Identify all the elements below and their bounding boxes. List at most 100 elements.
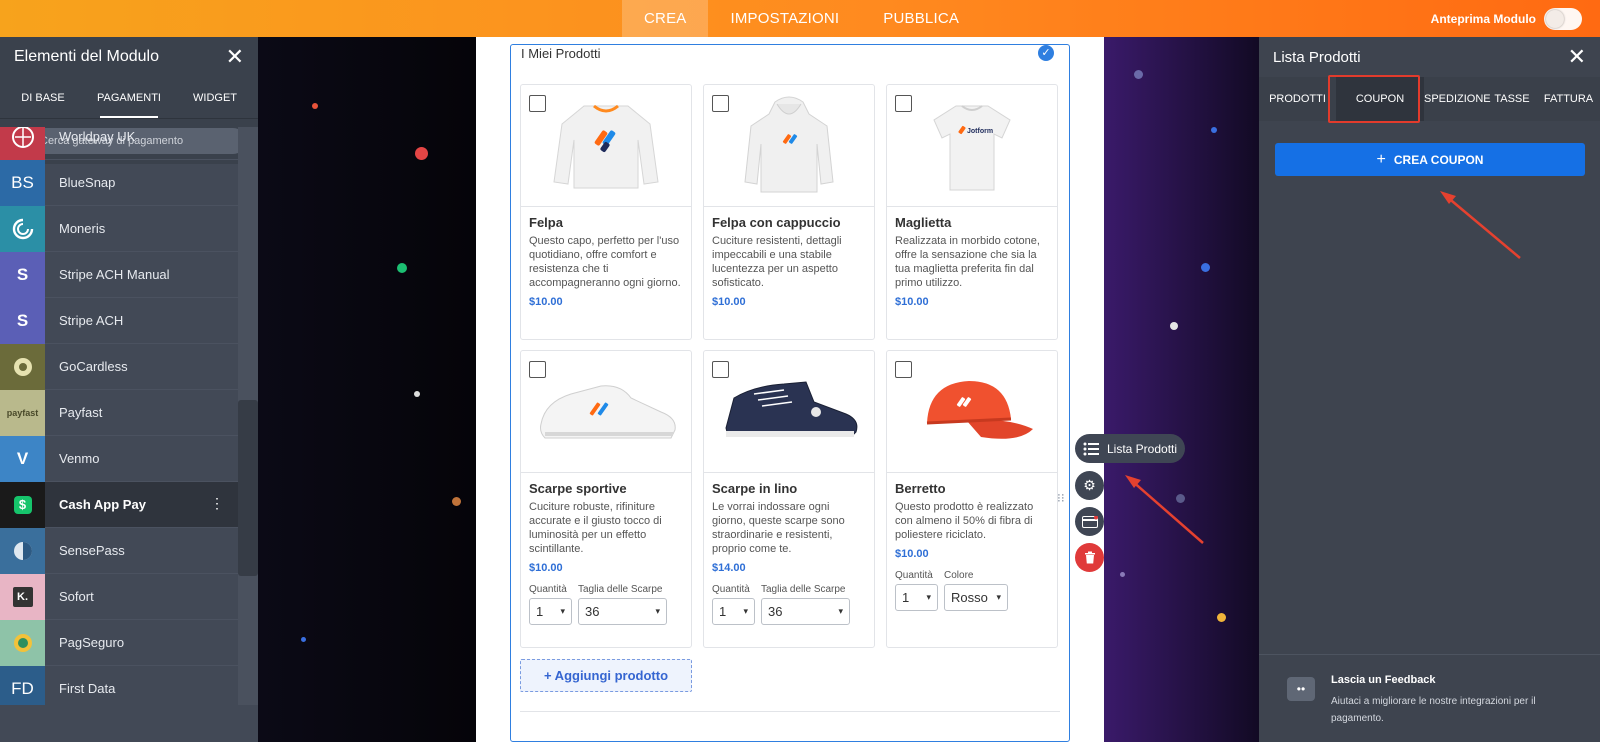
tab-pagamenti[interactable]: PAGAMENTI bbox=[86, 77, 172, 118]
tab-crea[interactable]: CREA bbox=[622, 0, 709, 37]
decor-dot bbox=[452, 497, 461, 506]
product-options: Quantità 1 ▾ Taglia delle Scarpe 36 ▾ bbox=[704, 574, 874, 625]
moneris-icon bbox=[0, 205, 45, 252]
product-list-tool-label: Lista Prodotti bbox=[1107, 441, 1178, 456]
decor-dot bbox=[1217, 613, 1226, 622]
add-product-button[interactable]: + Aggiungi prodotto bbox=[520, 659, 692, 692]
chevron-down-icon: ▾ bbox=[996, 592, 1001, 602]
preview-toggle[interactable] bbox=[1544, 8, 1582, 30]
settings-gear-button[interactable]: ⚙ bbox=[1075, 471, 1104, 500]
first-data-icon: FD bbox=[0, 665, 45, 705]
close-icon[interactable]: ✕ bbox=[1568, 46, 1586, 68]
quantity-option: Quantità 1 ▾ bbox=[895, 570, 938, 611]
right-panel-header: Lista Prodotti ✕ bbox=[1259, 37, 1600, 77]
tab-di-base[interactable]: DI BASE bbox=[0, 77, 86, 118]
top-nav: CREA IMPOSTAZIONI PUBBLICA bbox=[622, 0, 981, 37]
decor-dot bbox=[415, 147, 428, 160]
product-description: Realizzata in morbido cotone, offre la s… bbox=[895, 235, 1040, 289]
left-panel-header: Elementi del Modulo ✕ bbox=[0, 37, 258, 77]
gateway-item-cash-app-pay[interactable]: $ Cash App Pay ⋮ bbox=[0, 481, 238, 528]
product-options: Quantità 1 ▾ Taglia delle Scarpe 36 ▾ bbox=[521, 574, 691, 625]
gateway-item-bluesnap[interactable]: BS BlueSnap bbox=[0, 159, 238, 206]
tab-spedizione[interactable]: SPEDIZIONE bbox=[1424, 77, 1491, 121]
product-checkbox[interactable] bbox=[712, 361, 729, 378]
bluesnap-icon: BS bbox=[0, 159, 45, 206]
delete-button[interactable] bbox=[1075, 543, 1104, 572]
gear-icon: ⚙ bbox=[1083, 477, 1096, 493]
create-coupon-button[interactable]: + CREA COUPON bbox=[1275, 143, 1585, 176]
quantity-select[interactable]: 1 ▾ bbox=[895, 584, 938, 611]
tab-widget[interactable]: WIDGET bbox=[172, 77, 258, 118]
jotform-logo-text: Jotform bbox=[967, 128, 993, 135]
gateway-item-sensepass[interactable]: SensePass bbox=[0, 527, 238, 574]
gateway-item-pagseguro[interactable]: PagSeguro bbox=[0, 619, 238, 666]
product-checkbox[interactable] bbox=[712, 95, 729, 112]
quantity-select[interactable]: 1 ▾ bbox=[712, 598, 755, 625]
gateway-item-stripe-ach-manual[interactable]: S Stripe ACH Manual bbox=[0, 251, 238, 298]
size-value: 36 bbox=[768, 604, 783, 619]
gateway-label: GoCardless bbox=[59, 359, 128, 374]
create-coupon-label: CREA COUPON bbox=[1393, 152, 1484, 167]
canvas-right-strip bbox=[1104, 37, 1259, 742]
size-label: Taglia delle Scarpe bbox=[761, 584, 846, 595]
more-options-icon[interactable]: ⋮ bbox=[210, 496, 224, 510]
drag-handle-icon[interactable]: ⁝⁝ bbox=[1057, 492, 1065, 504]
product-checkbox[interactable] bbox=[529, 361, 546, 378]
product-card[interactable]: Berretto Questo prodotto è realizzato co… bbox=[886, 350, 1058, 648]
gateway-item-gocardless[interactable]: GoCardless bbox=[0, 343, 238, 390]
tab-prodotti[interactable]: PRODOTTI bbox=[1259, 77, 1336, 121]
app-root: CREA IMPOSTAZIONI PUBBLICA Anteprima Mod… bbox=[0, 0, 1600, 742]
stripe-ach-manual-icon: S bbox=[0, 251, 45, 298]
product-list-tool-button[interactable]: Lista Prodotti bbox=[1075, 434, 1185, 463]
gateway-item-moneris[interactable]: Moneris bbox=[0, 205, 238, 252]
product-name: Felpa bbox=[529, 215, 563, 230]
product-card[interactable]: Felpa Questo capo, perfetto per l'uso qu… bbox=[520, 84, 692, 340]
widget-title: I Miei Prodotti bbox=[521, 46, 601, 61]
sofort-glyph: K. bbox=[12, 586, 33, 607]
size-select[interactable]: 36 ▾ bbox=[578, 598, 667, 625]
product-checkbox[interactable] bbox=[529, 95, 546, 112]
quantity-select[interactable]: 1 ▾ bbox=[529, 598, 572, 625]
tab-tasse[interactable]: TASSE bbox=[1487, 77, 1537, 121]
gateway-item-venmo[interactable]: V Venmo bbox=[0, 435, 238, 482]
tab-fattura[interactable]: FATTURA bbox=[1537, 77, 1600, 121]
color-select[interactable]: Rosso ▾ bbox=[944, 584, 1008, 611]
chevron-down-icon: ▾ bbox=[743, 606, 748, 616]
list-scrollbar-thumb[interactable] bbox=[238, 400, 258, 576]
gateway-item-sofort[interactable]: K. Sofort bbox=[0, 573, 238, 620]
sneakers-image bbox=[521, 351, 691, 473]
close-icon[interactable]: ✕ bbox=[226, 46, 244, 68]
product-checkbox[interactable] bbox=[895, 361, 912, 378]
size-select[interactable]: 36 ▾ bbox=[761, 598, 850, 625]
product-checkbox[interactable] bbox=[895, 95, 912, 112]
sensepass-icon bbox=[0, 527, 45, 574]
tab-pubblica[interactable]: PUBBLICA bbox=[861, 0, 981, 37]
pagseguro-icon bbox=[0, 619, 45, 666]
gateway-item-first-data[interactable]: FD First Data bbox=[0, 665, 238, 705]
product-card[interactable]: Jotform Maglietta Realizzata in morbido … bbox=[886, 84, 1058, 340]
product-name: Maglietta bbox=[895, 215, 952, 230]
gateway-item-stripe-ach[interactable]: S Stripe ACH bbox=[0, 297, 238, 344]
product-options: Quantità 1 ▾ Colore Rosso ▾ bbox=[887, 560, 1057, 611]
gateway-label: Sofort bbox=[59, 589, 94, 604]
tab-impostazioni[interactable]: IMPOSTAZIONI bbox=[708, 0, 861, 37]
credit-card-icon bbox=[1081, 515, 1098, 528]
preview-label: Anteprima Modulo bbox=[1430, 12, 1536, 26]
decor-dot bbox=[1170, 322, 1178, 330]
product-card[interactable]: Felpa con cappuccio Cuciture resistenti,… bbox=[703, 84, 875, 340]
decor-dot bbox=[1211, 127, 1217, 133]
chevron-down-icon: ▾ bbox=[655, 606, 660, 616]
gateway-list: Worldpay UK BS BlueSnap Moneris S Stripe… bbox=[0, 127, 238, 705]
payment-card-button[interactable] bbox=[1075, 507, 1104, 536]
gateway-item-worldpay-uk[interactable]: Worldpay UK bbox=[0, 127, 238, 160]
product-card[interactable]: Scarpe in lino Le vorrai indossare ogni … bbox=[703, 350, 875, 648]
chevron-down-icon: ▾ bbox=[926, 592, 931, 602]
feedback-section[interactable]: •• Lascia un Feedback Aiutaci a migliora… bbox=[1259, 654, 1600, 742]
gocardless-icon bbox=[0, 343, 45, 390]
color-label: Colore bbox=[944, 570, 974, 581]
chevron-down-icon: ▾ bbox=[560, 606, 565, 616]
check-icon: ✓ bbox=[1038, 45, 1054, 61]
product-card[interactable]: Scarpe sportive Cuciture robuste, rifini… bbox=[520, 350, 692, 648]
gateway-item-payfast[interactable]: payfast Payfast bbox=[0, 389, 238, 436]
quantity-option: Quantità 1 ▾ bbox=[529, 584, 572, 625]
